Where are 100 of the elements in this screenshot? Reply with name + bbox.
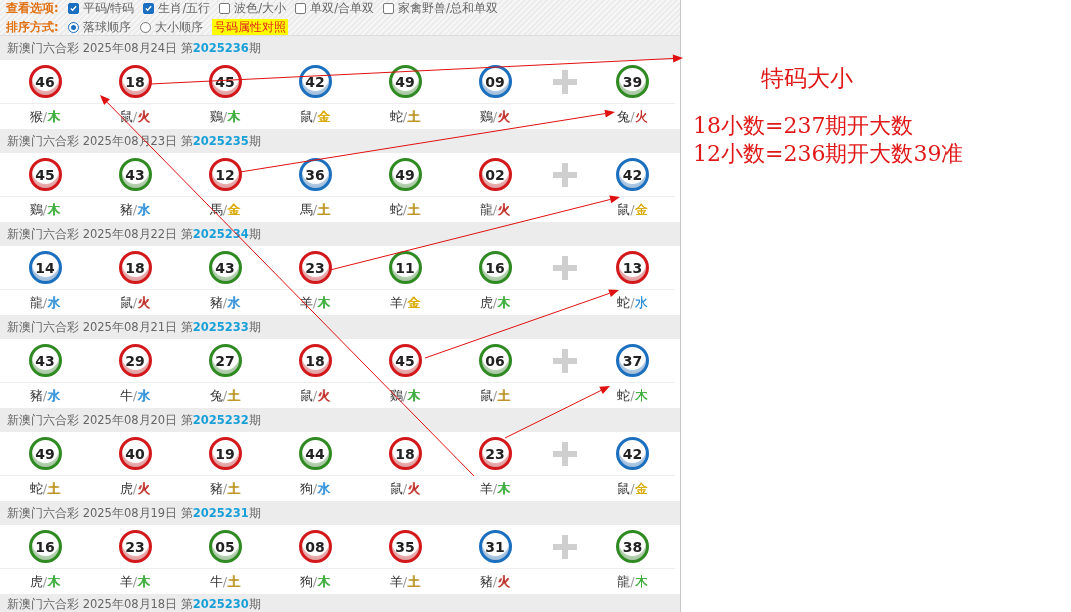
- zodiac-element-label: 鼠/金: [617, 200, 648, 219]
- zodiac-element-label: 豬/火: [479, 572, 511, 591]
- zodiac-element-label: 鼠/土: [479, 386, 511, 405]
- lottery-ball: 13: [616, 251, 649, 284]
- lottery-ball: 19: [208, 437, 242, 470]
- zodiac-element-label: 羊/金: [389, 293, 421, 312]
- zodiac-element-label: 龍/火: [479, 200, 511, 219]
- zodiac-element-label: 鼠/火: [119, 293, 151, 312]
- lottery-ball: 39: [616, 65, 649, 98]
- lottery-ball: 06: [478, 344, 512, 377]
- draw-header: 新澳门六合彩 2025年08月18日 第2025230期: [7, 597, 261, 612]
- plus-icon: [553, 162, 577, 187]
- lottery-ball: 42: [616, 158, 649, 191]
- radio-button[interactable]: [67, 21, 79, 33]
- zodiac-element-label: 兔/火: [617, 107, 648, 126]
- zodiac-element-label: 鷄/火: [479, 107, 511, 126]
- option-label[interactable]: 生肖/五行: [158, 0, 211, 16]
- lottery-ball: 49: [388, 65, 422, 98]
- zodiac-element-label: 鼠/火: [299, 386, 331, 405]
- annotation-note: 18小数=237期开大数: [693, 112, 915, 140]
- zodiac-element-label: 鼠/金: [299, 107, 331, 126]
- lottery-ball: 27: [208, 344, 242, 377]
- zodiac-element-label: 羊/木: [479, 479, 511, 498]
- zodiac-element-label: 豬/土: [209, 479, 241, 498]
- zodiac-element-label: 牛/水: [119, 386, 151, 405]
- option-label[interactable]: 波色/大小: [234, 0, 287, 16]
- lottery-ball: 38: [616, 530, 649, 563]
- zodiac-element-label: 鼠/火: [119, 107, 151, 126]
- lottery-ball: 43: [118, 158, 152, 191]
- lottery-ball: 16: [28, 530, 62, 563]
- lottery-ball: 42: [298, 65, 332, 98]
- draw-header: 新澳门六合彩 2025年08月22日 第2025234期: [7, 226, 261, 242]
- lottery-ball: 42: [616, 437, 649, 470]
- lottery-ball: 18: [118, 251, 152, 284]
- lottery-ball: 46: [28, 65, 62, 98]
- checkbox[interactable]: [143, 2, 155, 14]
- zodiac-element-label: 牛/土: [209, 572, 241, 591]
- annotation-title: 特码大小: [761, 64, 854, 93]
- checkbox[interactable]: [219, 2, 231, 14]
- zodiac-element-label: 鷄/木: [209, 107, 241, 126]
- lottery-ball: 16: [478, 251, 512, 284]
- zodiac-element-label: 蛇/水: [617, 293, 648, 312]
- plus-icon: [553, 255, 577, 280]
- reference-link[interactable]: 号码属性对照: [211, 19, 288, 35]
- checkbox[interactable]: [383, 2, 395, 14]
- lottery-ball: 37: [616, 344, 649, 377]
- zodiac-element-label: 狗/水: [299, 479, 331, 498]
- zodiac-element-label: 鼠/火: [389, 479, 421, 498]
- lottery-ball: 02: [478, 158, 512, 191]
- draw-header: 新澳门六合彩 2025年08月21日 第2025233期: [7, 319, 261, 335]
- draw-header: 新澳门六合彩 2025年08月24日 第2025236期: [7, 40, 261, 56]
- lottery-ball: 49: [388, 158, 422, 191]
- lottery-ball: 45: [28, 158, 62, 191]
- zodiac-element-label: 豬/水: [209, 293, 241, 312]
- lottery-ball: 35: [388, 530, 422, 563]
- lottery-ball: 11: [388, 251, 422, 284]
- option-label[interactable]: 平码/特码: [82, 0, 135, 16]
- zodiac-element-label: 蛇/土: [389, 200, 421, 219]
- lottery-ball: 09: [478, 65, 512, 98]
- lottery-ball: 31: [478, 530, 512, 563]
- plus-icon: [553, 534, 577, 559]
- zodiac-element-label: 虎/木: [29, 572, 61, 591]
- lottery-ball: 23: [118, 530, 152, 563]
- lottery-ball: 43: [28, 344, 62, 377]
- zodiac-element-label: 馬/金: [209, 200, 241, 219]
- zodiac-element-label: 鷄/木: [29, 200, 61, 219]
- zodiac-element-label: 豬/水: [29, 386, 61, 405]
- lottery-ball: 14: [28, 251, 62, 284]
- option-label[interactable]: 家禽野兽/总和单双: [398, 0, 498, 16]
- lottery-ball: 23: [478, 437, 512, 470]
- checkbox[interactable]: [295, 2, 307, 14]
- zodiac-element-label: 虎/木: [479, 293, 511, 312]
- plus-icon: [553, 69, 577, 94]
- zodiac-element-label: 羊/土: [389, 572, 421, 591]
- lottery-ball: 18: [118, 65, 152, 98]
- option-label[interactable]: 大小顺序: [154, 19, 203, 35]
- zodiac-element-label: 虎/火: [119, 479, 151, 498]
- option-label[interactable]: 单双/合单双: [310, 0, 375, 16]
- radio-button[interactable]: [139, 21, 151, 33]
- zodiac-element-label: 豬/水: [119, 200, 151, 219]
- lottery-ball: 36: [298, 158, 332, 191]
- sort-options-label: 排序方式:: [6, 19, 59, 35]
- lottery-ball: 40: [118, 437, 152, 470]
- option-label[interactable]: 落球顺序: [82, 19, 131, 35]
- zodiac-element-label: 兔/土: [209, 386, 241, 405]
- zodiac-element-label: 狗/木: [299, 572, 331, 591]
- lottery-ball: 23: [298, 251, 332, 284]
- plus-icon: [553, 348, 577, 373]
- lottery-ball: 18: [298, 344, 332, 377]
- zodiac-element-label: 羊/木: [119, 572, 151, 591]
- draw-header: 新澳门六合彩 2025年08月20日 第2025232期: [7, 412, 261, 428]
- lottery-ball: 18: [388, 437, 422, 470]
- lottery-ball: 43: [208, 251, 242, 284]
- view-options-label: 查看选项:: [6, 0, 59, 16]
- checkbox[interactable]: [67, 2, 79, 14]
- lottery-ball: 05: [208, 530, 242, 563]
- plus-icon: [553, 441, 577, 466]
- lottery-ball: 45: [388, 344, 422, 377]
- annotation-note: 12小数=236期开大数39准: [693, 140, 965, 168]
- lottery-ball: 49: [28, 437, 62, 470]
